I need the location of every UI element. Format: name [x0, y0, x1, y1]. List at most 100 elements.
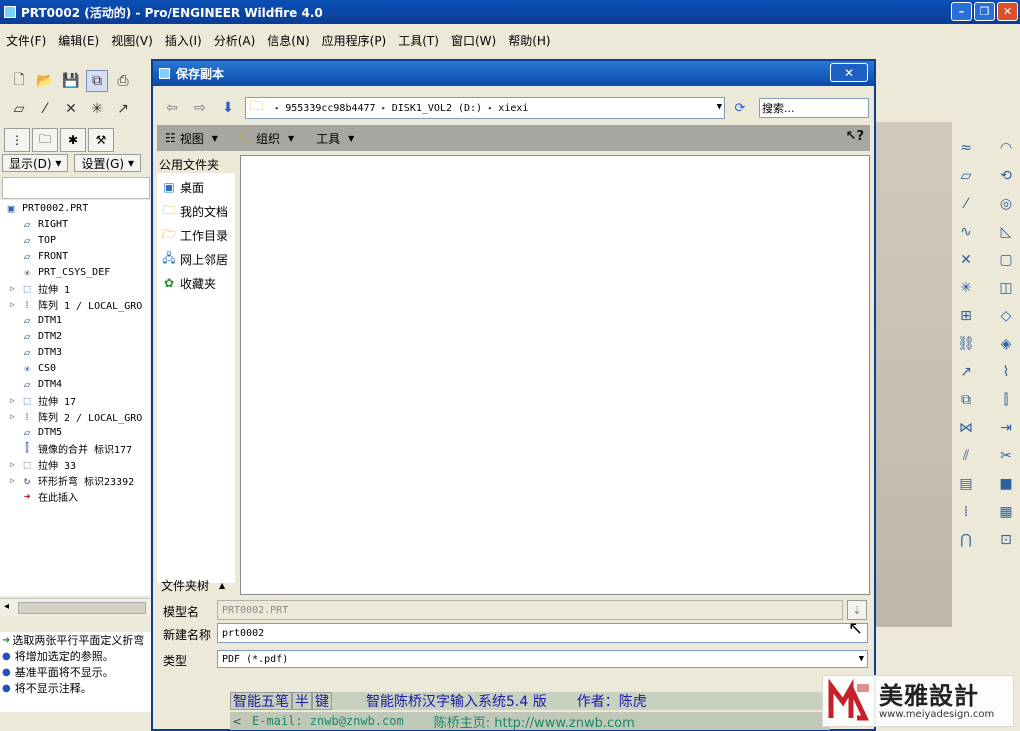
tools-menu-button[interactable]: 工具 ▼ — [308, 130, 354, 147]
csys-tool-icon[interactable]: ✳ — [86, 98, 108, 120]
mirror-tool-icon[interactable]: ⫿ — [996, 390, 1016, 410]
file-type-select[interactable]: PDF (*.pdf) ▼ — [217, 650, 868, 668]
tree-item[interactable]: ▷ ⬚ 拉伸 33 — [0, 456, 150, 472]
graphics-window[interactable] — [876, 122, 952, 627]
path-segment-computer[interactable]: 955339cc98b4477 — [285, 103, 375, 114]
tree-item[interactable]: ▱ DTM1 — [0, 312, 150, 328]
model-tree-tab-icon[interactable]: ⋮ — [4, 128, 30, 152]
settings-dropdown-button[interactable]: 设置(G) ▾ — [74, 154, 141, 172]
thicken-icon[interactable]: ▤ — [956, 474, 976, 494]
datum-axis-tool-icon[interactable]: ⁄ — [956, 194, 976, 214]
scroll-left-icon[interactable]: ◂ — [4, 601, 9, 612]
model-tree-filter-field[interactable] — [2, 177, 150, 199]
menu-window[interactable]: 窗口(W) — [445, 32, 502, 49]
menu-view[interactable]: 视图(V) — [105, 32, 159, 49]
revolve-icon[interactable]: ⟲ — [996, 166, 1016, 186]
model-tree-horizontal-scrollbar[interactable]: ◂ — [0, 598, 150, 616]
datum-point-tool-icon[interactable]: ✕ — [60, 98, 82, 120]
csys-tool-icon[interactable]: ✳ — [956, 278, 976, 298]
tree-item[interactable]: ▱ DTM2 — [0, 328, 150, 344]
ime-mode-button[interactable]: 智能五笔 — [230, 692, 292, 710]
tree-item[interactable]: ⫿ 镜像的合并 标识177 — [0, 440, 150, 456]
pattern-tool-icon[interactable]: ⁞ — [956, 502, 976, 522]
expand-arrow-icon[interactable]: ▷ — [10, 412, 20, 421]
menu-insert[interactable]: 插入(I) — [159, 32, 208, 49]
ime-key-button[interactable]: 键 — [312, 692, 332, 710]
tree-item[interactable]: ➜ 在此插入 — [0, 488, 150, 504]
round-icon[interactable]: ◠ — [996, 138, 1016, 158]
maximize-button[interactable]: ❐ — [974, 2, 995, 21]
offset-icon[interactable]: ⫽ — [956, 446, 976, 466]
folder-browser-tab-icon[interactable]: 🗀 — [32, 128, 58, 152]
datum-plane-tool-icon[interactable]: ▱ — [8, 98, 30, 120]
close-window-button[interactable]: ✕ — [997, 2, 1018, 21]
trim-icon[interactable]: ✂ — [996, 446, 1016, 466]
group-icon[interactable]: ▦ — [996, 502, 1016, 522]
scroll-left-icon[interactable]: < — [230, 715, 244, 728]
rib-icon[interactable]: ◫ — [996, 278, 1016, 298]
menu-applications[interactable]: 应用程序(P) — [316, 32, 393, 49]
common-folder-my-documents[interactable]: 🗀 我的文档 — [157, 199, 235, 223]
path-dropdown-icon[interactable]: ▼ — [717, 102, 722, 112]
new-file-icon[interactable]: 🗋 — [8, 70, 30, 92]
menu-tools[interactable]: 工具(T) — [392, 32, 445, 49]
tree-item[interactable]: ▱ DTM4 — [0, 376, 150, 392]
open-folder-icon[interactable]: 📂 — [34, 70, 56, 92]
model-name-browse-button[interactable]: ⇣ — [847, 600, 867, 620]
tree-item[interactable]: ✳ CS0 — [0, 360, 150, 376]
project-icon[interactable]: ⊡ — [996, 530, 1016, 550]
chamfer-icon[interactable]: ◇ — [996, 306, 1016, 326]
chain-icon[interactable]: ⛓ — [956, 334, 976, 354]
menu-help[interactable]: 帮助(H) — [502, 32, 556, 49]
minimize-button[interactable]: – — [951, 2, 972, 21]
folder-tree-toggle[interactable]: 文件夹树 ▲ — [161, 577, 225, 594]
expand-arrow-icon[interactable]: ▷ — [10, 300, 20, 309]
tree-item[interactable]: ▱ FRONT — [0, 248, 150, 264]
tree-item[interactable]: ▷ ⬚ 拉伸 17 — [0, 392, 150, 408]
down-arrow-icon[interactable]: ⬇ — [219, 99, 237, 117]
hole-icon[interactable]: ◎ — [996, 194, 1016, 214]
expand-arrow-icon[interactable]: ▷ — [10, 396, 20, 405]
menu-info[interactable]: 信息(N) — [261, 32, 315, 49]
new-name-input[interactable]: prt0002 — [217, 623, 868, 643]
datum-axis-tool-icon[interactable]: ⁄ — [34, 98, 56, 120]
common-folder-network[interactable]: 🖧 网上邻居 — [157, 247, 235, 271]
datum-plane-tool-icon[interactable]: ▱ — [956, 166, 976, 186]
print-icon[interactable]: ⎙ — [112, 70, 134, 92]
tree-item[interactable]: ✳ PRT_CSYS_DEF — [0, 264, 150, 280]
analysis-icon[interactable]: ⊞ — [956, 306, 976, 326]
search-input[interactable]: 搜索... — [759, 98, 869, 118]
context-help-icon[interactable]: ↖? — [846, 129, 864, 144]
tree-item[interactable]: ▷ ⁞ 阵列 2 / LOCAL_GRO — [0, 408, 150, 424]
shell-icon[interactable]: ▢ — [996, 250, 1016, 270]
tree-item[interactable]: ▷ ↻ 环形折弯 标识23392 — [0, 472, 150, 488]
draft-icon[interactable]: ◺ — [996, 222, 1016, 242]
path-segment-disk[interactable]: DISK1_VOL2 (D:) — [392, 103, 482, 114]
tree-item[interactable]: ▱ TOP — [0, 232, 150, 248]
copy-icon[interactable]: ⧉ — [956, 390, 976, 410]
common-folder-favorites[interactable]: ✿ 收藏夹 — [157, 271, 235, 295]
sketch-tool-icon[interactable]: ↗ — [112, 98, 134, 120]
show-dropdown-button[interactable]: 显示(D) ▾ — [2, 154, 69, 172]
solidify-icon[interactable]: ■ — [996, 474, 1016, 494]
organize-menu-button[interactable]: 🗀 组织 ▼ — [232, 128, 294, 149]
expand-arrow-icon[interactable]: ▷ — [10, 476, 20, 485]
save-copy-icon[interactable]: ⧉ — [86, 70, 108, 92]
expand-arrow-icon[interactable]: ▷ — [10, 284, 20, 293]
ime-half-width-button[interactable]: 半 — [292, 692, 312, 710]
sketched-curve-icon[interactable]: ≈ — [956, 138, 976, 158]
sketch-tool-icon[interactable]: ↗ — [956, 362, 976, 382]
datum-point-tool-icon[interactable]: ✕ — [956, 250, 976, 270]
intersect-icon[interactable]: ⋂ — [956, 530, 976, 550]
menu-file[interactable]: 文件(F) — [0, 32, 52, 49]
save-icon[interactable]: 💾 — [60, 70, 82, 92]
merge-icon[interactable]: ⋈ — [956, 418, 976, 438]
connections-tab-icon[interactable]: ⚒ — [88, 128, 114, 152]
file-list-area[interactable] — [240, 155, 870, 595]
path-segment-folder[interactable]: xiexi — [498, 103, 528, 114]
expand-arrow-icon[interactable]: ▷ — [10, 460, 20, 469]
sweep-icon[interactable]: ◈ — [996, 334, 1016, 354]
view-menu-button[interactable]: ☷ 视图 ▼ — [157, 130, 218, 147]
forward-arrow-icon[interactable]: ⇨ — [191, 99, 209, 117]
warp-icon[interactable]: ⌇ — [996, 362, 1016, 382]
